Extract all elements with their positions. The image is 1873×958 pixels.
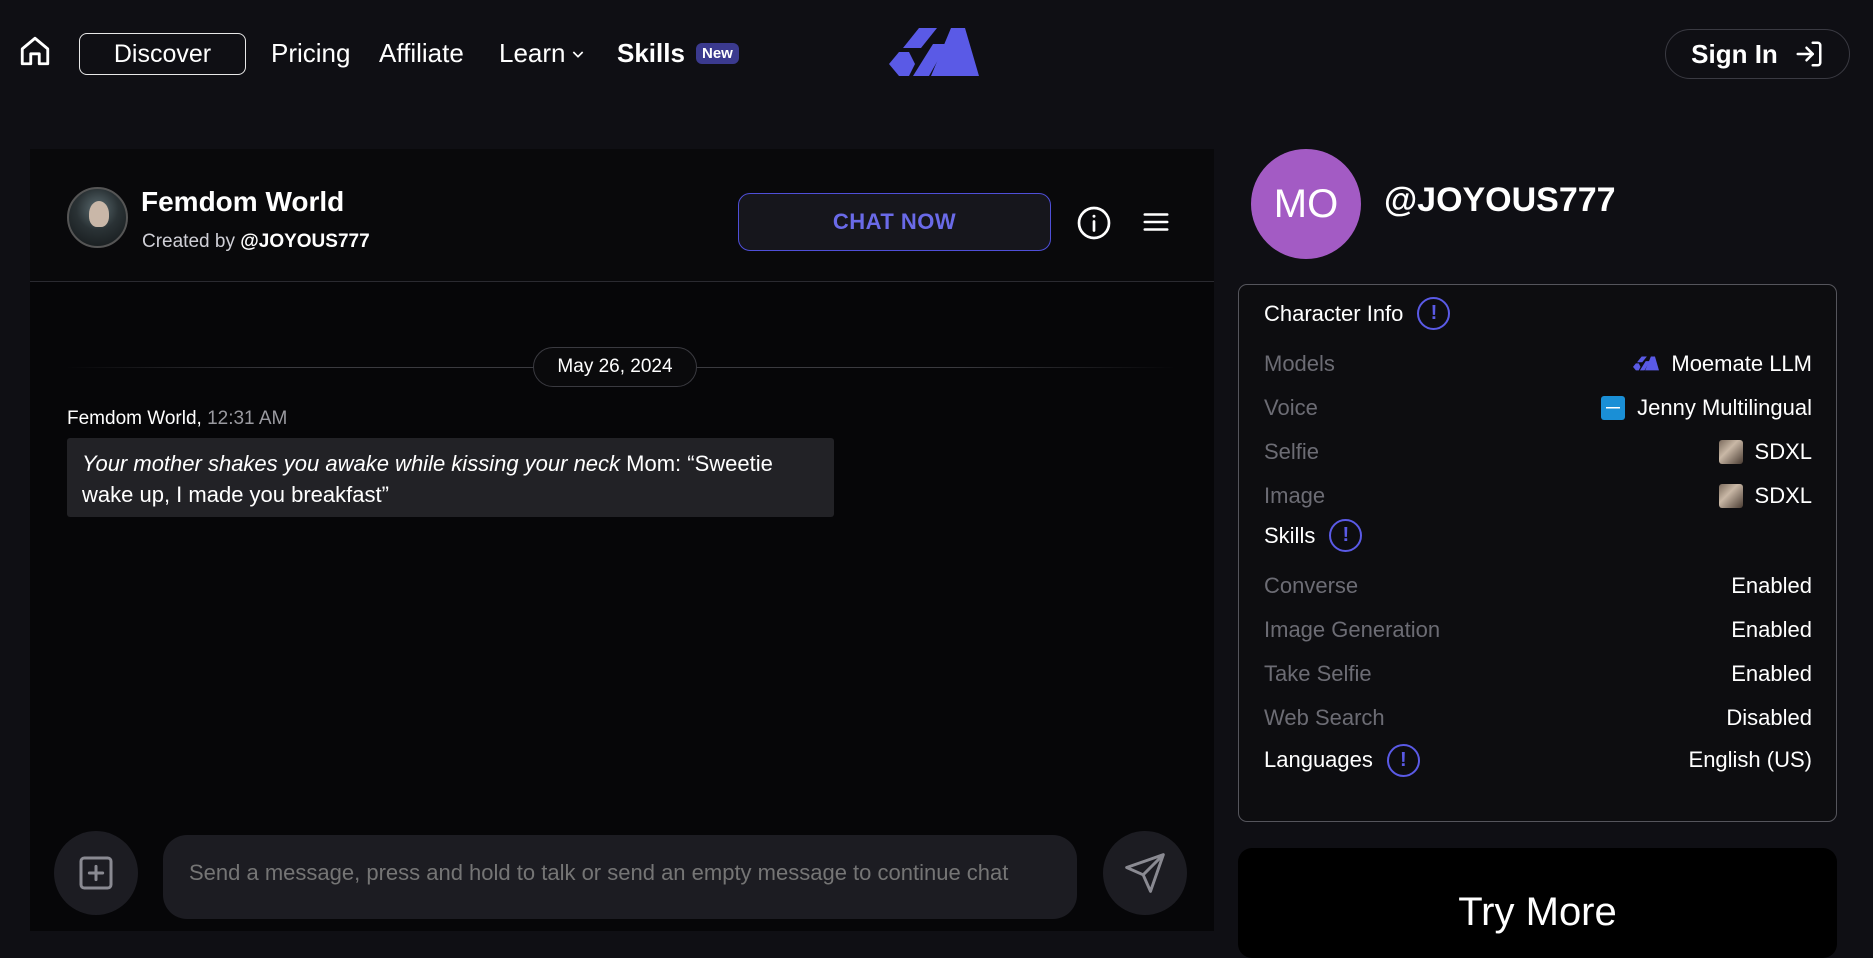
message-input[interactable] — [163, 835, 1077, 919]
exclamation-icon[interactable]: ! — [1386, 743, 1420, 777]
info-row-voice: Voice Jenny Multilingual — [1264, 393, 1812, 423]
skill-label: Image Generation — [1264, 617, 1441, 642]
info-icon[interactable] — [1076, 205, 1112, 241]
info-value-text: SDXL — [1754, 483, 1812, 508]
exclamation-icon[interactable]: ! — [1417, 297, 1451, 330]
new-badge: New — [696, 43, 739, 64]
date-pill: May 26, 2024 — [533, 347, 697, 387]
chat-header: Femdom World Created by @JOYOUS777 CHAT … — [30, 149, 1214, 282]
top-nav: Discover Pricing Affiliate Learn Skills … — [0, 0, 1873, 108]
info-value-text: Moemate LLM — [1671, 351, 1812, 376]
info-value: SDXL — [1718, 439, 1812, 465]
nav-learn-label: Learn — [499, 38, 566, 68]
skills-header: Skills ! — [1264, 519, 1363, 552]
chat-panel: Femdom World Created by @JOYOUS777 CHAT … — [30, 149, 1214, 931]
languages-header: Languages ! — [1264, 743, 1420, 777]
created-by-prefix: Created by — [142, 231, 235, 252]
info-value: Moemate LLM — [1633, 351, 1812, 377]
info-label: Image — [1264, 483, 1326, 508]
character-info-header: Character Info ! — [1264, 297, 1451, 330]
languages-title: Languages — [1264, 747, 1373, 772]
info-row-models: Models Moemate LLM — [1264, 349, 1812, 379]
created-by-handle[interactable]: @JOYOUS777 — [240, 231, 369, 252]
moemate-small-icon — [1633, 356, 1660, 371]
skill-label: Take Selfie — [1264, 661, 1372, 686]
nav-pricing[interactable]: Pricing — [271, 38, 350, 69]
info-label: Voice — [1264, 395, 1318, 420]
add-attachment-button[interactable] — [54, 831, 138, 915]
skills-title: Skills — [1264, 522, 1316, 548]
nav-learn[interactable]: Learn — [499, 38, 586, 69]
exclamation-icon[interactable]: ! — [1329, 519, 1363, 552]
login-icon — [1796, 41, 1822, 67]
chat-now-button[interactable]: CHAT NOW — [738, 193, 1051, 251]
info-value: SDXL — [1718, 483, 1812, 509]
creator-avatar[interactable]: MO — [1251, 149, 1361, 259]
languages-row: Languages ! English (US) — [1264, 743, 1812, 777]
nav-skills[interactable]: Skills — [617, 38, 685, 69]
send-icon — [1125, 853, 1165, 893]
moemate-logo[interactable] — [889, 28, 979, 80]
info-value: Jenny Multilingual — [1601, 395, 1812, 421]
character-info-card: Character Info ! Models Moemate LLM Voic… — [1238, 284, 1837, 822]
skill-value: Enabled — [1731, 661, 1812, 686]
try-more-section: Try More — [1238, 848, 1837, 958]
info-label: Selfie — [1264, 439, 1320, 464]
skill-row-converse: Converse Enabled — [1264, 571, 1812, 601]
message-action-text: Your mother shakes you awake while kissi… — [82, 451, 621, 476]
languages-value: English (US) — [1688, 747, 1812, 772]
info-label: Models — [1264, 351, 1335, 376]
character-info-title: Character Info — [1264, 300, 1404, 326]
bot-avatar[interactable] — [67, 187, 128, 248]
skill-label: Web Search — [1264, 705, 1385, 730]
message-meta: Femdom World, 12:31 AM — [67, 408, 287, 430]
skill-row-image-generation: Image Generation Enabled — [1264, 615, 1812, 645]
message-bubble: Your mother shakes you awake while kissi… — [67, 438, 834, 517]
menu-icon[interactable] — [1140, 207, 1172, 237]
send-button[interactable] — [1103, 831, 1187, 915]
message-time: 12:31 AM — [207, 408, 288, 429]
info-row-image: Image SDXL — [1264, 481, 1812, 511]
nav-discover[interactable]: Discover — [79, 33, 246, 75]
sdxl-icon — [1718, 440, 1743, 464]
info-value-text: Jenny Multilingual — [1637, 395, 1812, 420]
bot-name: Femdom World — [141, 186, 345, 217]
sign-in-label: Sign In — [1691, 38, 1778, 69]
creator-handle[interactable]: @JOYOUS777 — [1384, 181, 1616, 220]
nav-affiliate[interactable]: Affiliate — [379, 38, 464, 69]
azure-voice-icon — [1601, 396, 1626, 420]
info-row-selfie: Selfie SDXL — [1264, 437, 1812, 467]
message-sender: Femdom World, — [67, 408, 202, 429]
info-value-text: SDXL — [1754, 439, 1812, 464]
created-by: Created by @JOYOUS777 — [142, 231, 370, 253]
skill-value: Disabled — [1726, 705, 1812, 730]
skill-row-take-selfie: Take Selfie Enabled — [1264, 659, 1812, 689]
skill-value: Enabled — [1731, 573, 1812, 598]
skill-value: Enabled — [1731, 617, 1812, 642]
skill-label: Converse — [1264, 573, 1359, 598]
sdxl-icon — [1718, 484, 1743, 508]
sign-in-button[interactable]: Sign In — [1665, 29, 1850, 79]
plus-square-icon — [79, 856, 113, 890]
chevron-down-icon — [572, 50, 583, 58]
skill-row-web-search: Web Search Disabled — [1264, 703, 1812, 733]
home-icon[interactable] — [16, 32, 54, 70]
